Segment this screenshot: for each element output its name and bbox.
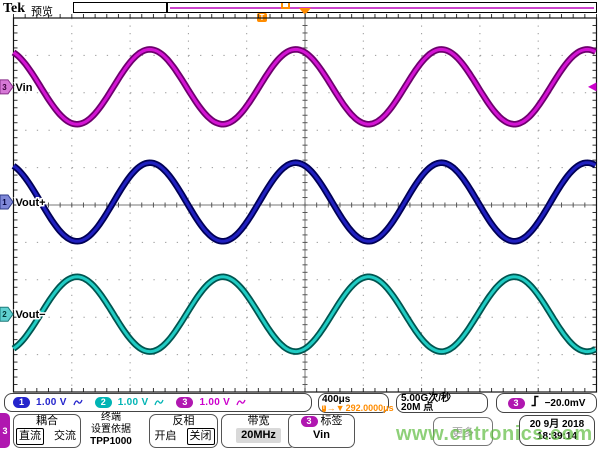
- coupling-menu: 耦合 直流 交流: [13, 414, 81, 448]
- acquisition-mode-label: 预览: [31, 3, 53, 19]
- graticule: 3Vin1Vout+2Vout−: [0, 0, 600, 450]
- acquisition-readout[interactable]: 5.00G次/秒 20M 点: [396, 393, 488, 413]
- wave-Vout−-edge: [14, 277, 596, 352]
- edge-trigger-icon: [530, 394, 540, 412]
- termination-info: 终端 设置依据 TPP1000: [78, 412, 144, 448]
- bandwidth-menu[interactable]: 带宽 20MHz: [221, 414, 296, 448]
- label-value: Vin: [289, 428, 354, 442]
- trigger-source-badge: 3: [508, 398, 525, 409]
- coupling-title: 耦合: [14, 415, 80, 428]
- record-length: 20M 点: [401, 403, 483, 412]
- bandwidth-value[interactable]: 20MHz: [236, 428, 281, 443]
- tek-logo: Tek: [3, 1, 25, 17]
- expansion-point-line: [305, 13, 306, 19]
- channel-2-scale: 1.00 V: [118, 397, 149, 408]
- screen-window-bracket-icon: [281, 3, 290, 9]
- termination-probe: TPP1000: [78, 436, 144, 448]
- record-waveform-overview: [170, 7, 594, 9]
- coupling-dc-button[interactable]: 直流: [16, 428, 44, 445]
- time-value: 18:39:14: [537, 431, 577, 443]
- channel-1-scale: 1.00 V: [36, 397, 67, 408]
- trigger-delay-readout: T→▼292.0000μs: [322, 404, 385, 413]
- trigger-level: −20.0mV: [545, 398, 586, 409]
- channel-3-scale: 1.00 V: [199, 397, 230, 408]
- delay-arrow-icon: →▼: [327, 404, 345, 413]
- oscilloscope-screen: Tek 预览 T 3Vin1Vout+2Vout− 1 1.00 V 2 1.0…: [0, 0, 600, 450]
- invert-off-button[interactable]: 关闭: [187, 428, 215, 445]
- horizontal-readout[interactable]: 400μs T→▼292.0000μs: [318, 393, 389, 413]
- wave-Vout−: [14, 277, 596, 352]
- more-button[interactable]: 更多: [433, 417, 493, 446]
- record-view-divider: [166, 3, 168, 12]
- channel-1-marker: [0, 195, 13, 209]
- invert-menu: 反相 开启 关闭: [149, 414, 218, 448]
- channel-menu-tab[interactable]: 3: [0, 413, 10, 448]
- channel-1-coupling-icon: [73, 398, 83, 407]
- channel-1-marker-number: 1: [2, 198, 7, 207]
- channel-3-marker: [0, 80, 13, 94]
- trigger-readout[interactable]: 3 −20.0mV: [496, 393, 597, 413]
- invert-title: 反相: [150, 415, 217, 428]
- graticule-frame: [14, 18, 597, 392]
- label-menu[interactable]: 3 标签 Vin: [288, 414, 355, 448]
- wave-Vin-edge: [14, 49, 596, 124]
- channel-2-badge: 2: [95, 397, 112, 408]
- datetime-box: 20 9月 2018 18:39:14: [519, 415, 595, 446]
- label-channel-badge: 3: [301, 416, 318, 427]
- coupling-ac-button[interactable]: 交流: [52, 429, 78, 444]
- wave-Vout+-edge: [14, 163, 596, 242]
- trigger-level-arrow: [588, 82, 597, 91]
- date-value: 20 9月 2018: [530, 419, 585, 431]
- wave-Vout+: [14, 163, 596, 242]
- wave-label-Vout−: Vout−: [16, 309, 46, 321]
- wave-label-Vout+: Vout+: [16, 197, 46, 209]
- channel-readouts[interactable]: 1 1.00 V 2 1.00 V 3 1.00 V: [4, 393, 312, 412]
- wave-Vin: [14, 49, 596, 124]
- channel-3-coupling-icon: [236, 398, 246, 407]
- trigger-position-icon: T: [257, 13, 267, 22]
- bandwidth-title: 带宽: [222, 415, 295, 428]
- record-view-bar[interactable]: [73, 2, 597, 13]
- termination-line2: 设置依据: [78, 424, 144, 436]
- channel-1-badge: 1: [13, 397, 30, 408]
- invert-on-button[interactable]: 开启: [153, 429, 179, 444]
- termination-line1: 终端: [78, 412, 144, 424]
- channel-2-coupling-icon: [154, 398, 164, 407]
- trigger-marker-icon: T: [322, 405, 326, 412]
- channel-2-marker-number: 2: [2, 310, 7, 319]
- wave-label-Vin: Vin: [16, 82, 33, 94]
- channel-2-marker: [0, 307, 13, 321]
- trigger-delay-value: 292.0000μs: [346, 404, 394, 413]
- channel-3-badge: 3: [176, 397, 193, 408]
- channel-3-marker-number: 3: [2, 83, 7, 92]
- label-title: 标签: [321, 415, 343, 428]
